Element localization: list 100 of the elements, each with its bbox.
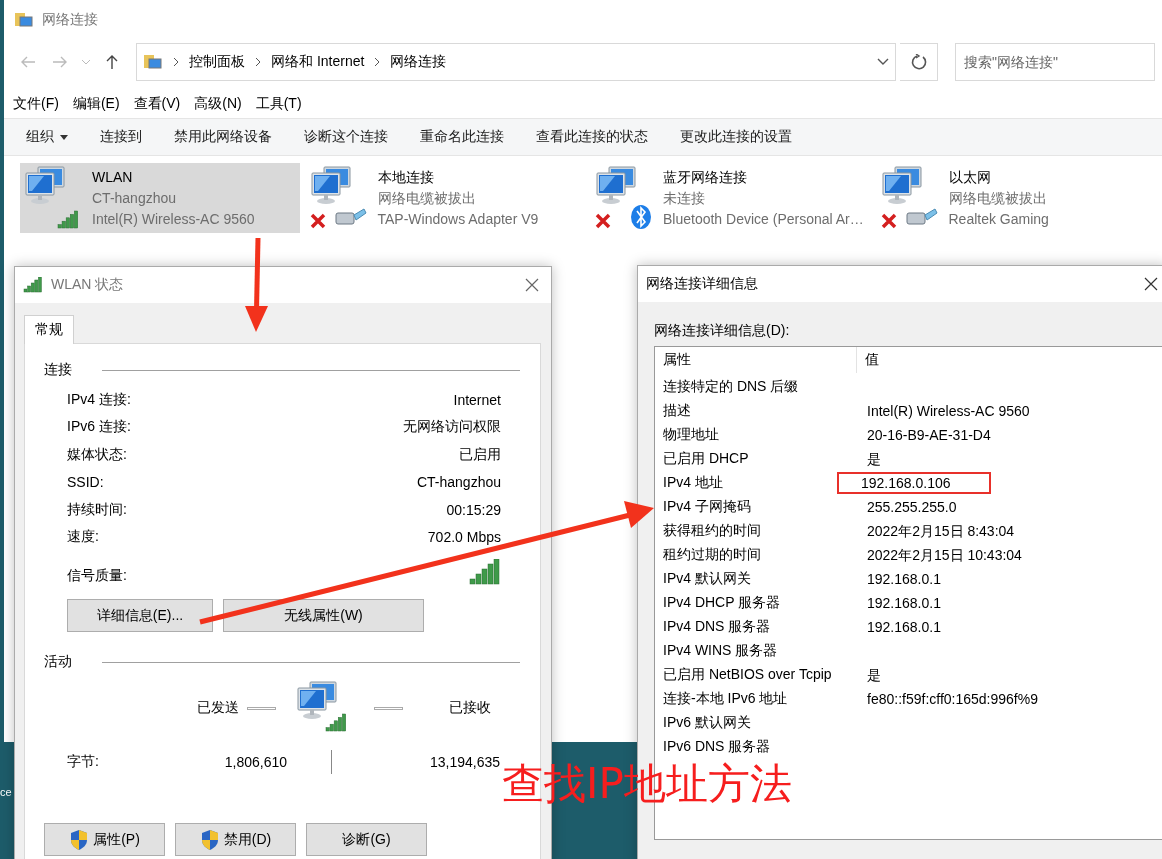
dialog-button[interactable]: 详细信息(E)... (67, 599, 213, 632)
toolbar-button[interactable]: 重命名此连接 (406, 122, 522, 152)
sent-label: 已发送 (197, 699, 239, 717)
list-label: 网络连接详细信息(D): (653, 321, 791, 340)
field-value: Internet (453, 391, 501, 408)
field-label: SSID: (67, 474, 104, 491)
value-cell-text: 192.168.0.1 (866, 618, 942, 637)
field-value: 已启用 (459, 445, 501, 464)
field-label: 信号质量: (67, 567, 127, 585)
value-cell-text: 20-16-B9-AE-31-D4 (866, 426, 992, 445)
value-cell-text: 是 (866, 450, 882, 469)
section-heading: 连接 (44, 361, 72, 379)
connection-device: TAP-Windows Adapter V9 (377, 209, 539, 229)
property-cell-text: 已启用 NetBIOS over Tcpip (662, 666, 833, 684)
caret-icon[interactable] (60, 134, 68, 140)
property-cell-text: IPv6 默认网关 (662, 714, 752, 732)
field-value: 702.0 Mbps (427, 529, 501, 546)
field-label: 媒体状态: (67, 445, 127, 464)
column-header[interactable]: 属性 (655, 347, 857, 373)
property-cell-text: IPv4 WINS 服务器 (662, 642, 779, 660)
menu-item[interactable]: 查看(V) (133, 95, 181, 113)
menu-item[interactable]: 高级(N) (194, 95, 242, 113)
field-label: 持续时间: (67, 500, 127, 519)
field-label: 字节: (67, 753, 100, 771)
network-folder-icon (143, 53, 163, 71)
connection-device: Bluetooth Device (Personal Ar… (663, 209, 864, 229)
property-cell-text: 物理地址 (662, 426, 720, 444)
dialog-button[interactable]: 诊断(G) (306, 823, 427, 856)
up-arrow-icon[interactable] (106, 54, 118, 70)
bytes-received: 13,194,635 (428, 754, 500, 770)
property-cell-text: 连接-本地 IPv6 地址 (662, 690, 789, 708)
dialog-title: 网络连接详细信息 (646, 275, 759, 293)
address-bar[interactable]: 控制面板 网络和 Internet 网络连接 (136, 43, 896, 81)
chevron-icon (173, 57, 179, 67)
shield-icon (199, 828, 220, 851)
connection-status: 网络电缆被拔出 (377, 188, 477, 208)
field-value: 无网络访问权限 (403, 418, 501, 437)
field-label: IPv6 连接: (67, 418, 131, 437)
menu-item[interactable]: 编辑(E) (72, 95, 120, 113)
search-field[interactable]: 搜索"网络连接" (955, 43, 1155, 81)
received-label: 已接收 (449, 699, 491, 717)
connection-item[interactable]: 以太网 网络电缆被拔出 Realtek Gaming (876, 163, 1156, 233)
value-cell-text: 2022年2月15日 10:43:04 (866, 546, 1023, 565)
breadcrumb-item[interactable]: 网络连接 (390, 53, 447, 71)
chevron-icon (255, 57, 261, 67)
window-title: 网络连接 (42, 11, 98, 29)
property-cell-text: 租约过期的时间 (662, 546, 762, 564)
connection-name: 以太网 (948, 167, 992, 187)
property-cell-text: 已启用 DHCP (662, 450, 750, 468)
connection-name: 蓝牙网络连接 (663, 167, 748, 187)
menu-item[interactable]: 工具(T) (255, 95, 302, 113)
connection-device: Intel(R) Wireless-AC 9560 (92, 209, 255, 229)
close-icon[interactable] (525, 278, 539, 292)
field-label: IPv4 连接: (67, 390, 131, 409)
dialog-button[interactable]: 属性(P) (44, 823, 165, 856)
desktop-text: ce (0, 786, 12, 798)
dialog-button[interactable]: 禁用(D) (175, 823, 296, 856)
refresh-icon[interactable] (910, 54, 927, 70)
property-cell-text: IPv4 DHCP 服务器 (662, 594, 782, 612)
connection-device: Realtek Gaming (948, 209, 1049, 229)
field-value: 00:15:29 (446, 501, 501, 518)
toolbar-button[interactable]: 更改此连接的设置 (666, 122, 810, 152)
toolbar-button[interactable]: 诊断这个连接 (290, 122, 406, 152)
property-cell-text: 连接特定的 DNS 后缀 (662, 378, 800, 396)
field-label: 速度: (67, 528, 99, 547)
property-cell-text: 描述 (662, 402, 692, 420)
value-cell-text: 192.168.0.1 (866, 570, 942, 589)
value-cell-text: 是 (866, 666, 882, 685)
refresh-button[interactable] (900, 43, 938, 81)
connection-item[interactable]: 蓝牙网络连接 未连接 Bluetooth Device (Personal Ar… (591, 163, 871, 233)
value-cell-text: 255.255.255.0 (866, 498, 958, 517)
toolbar-button[interactable]: 查看此连接的状态 (522, 122, 666, 152)
breadcrumb-item[interactable]: 网络和 Internet (271, 53, 365, 71)
dialog-button[interactable]: 无线属性(W) (223, 599, 424, 632)
toolbar-button[interactable]: 禁用此网络设备 (160, 122, 290, 152)
bytes-sent: 1,806,610 (223, 754, 287, 770)
breadcrumb-item[interactable]: 控制面板 (189, 53, 245, 71)
property-cell-text: IPv4 子网掩码 (662, 498, 752, 516)
value-cell: 192.168.0.106 (861, 475, 951, 491)
connection-status: 网络电缆被拔出 (948, 188, 1048, 208)
connection-item[interactable]: WLAN CT-hangzhou Intel(R) Wireless-AC 9560 (20, 163, 300, 233)
connection-status: 未连接 (663, 188, 706, 208)
dialog-title: WLAN 状态 (51, 276, 125, 294)
property-cell-text: IPv4 默认网关 (662, 570, 752, 588)
property-cell-text: 获得租约的时间 (662, 522, 762, 540)
toolbar-button[interactable]: 组织 (12, 122, 86, 152)
value-cell-text: Intel(R) Wireless-AC 9560 (866, 402, 1031, 421)
value-cell-text: 2022年2月15日 8:43:04 (866, 522, 1016, 541)
connection-name: WLAN (92, 167, 134, 187)
close-icon[interactable] (1144, 277, 1158, 291)
dropdown-icon[interactable] (877, 58, 889, 66)
value-cell-text: fe80::f59f:cff0:165d:996f%9 (866, 690, 1039, 709)
property-cell-text: IPv4 地址 (662, 474, 724, 492)
connection-item[interactable]: 本地连接 网络电缆被拔出 TAP-Windows Adapter V9 (305, 163, 585, 233)
connection-name: 本地连接 (377, 167, 435, 187)
menu-item[interactable]: 文件(F) (13, 95, 59, 113)
connection-status: CT-hangzhou (92, 188, 178, 208)
toolbar-button[interactable]: 连接到 (86, 122, 160, 152)
tab[interactable]: 常规 (24, 315, 74, 344)
column-header[interactable]: 值 (857, 351, 879, 369)
